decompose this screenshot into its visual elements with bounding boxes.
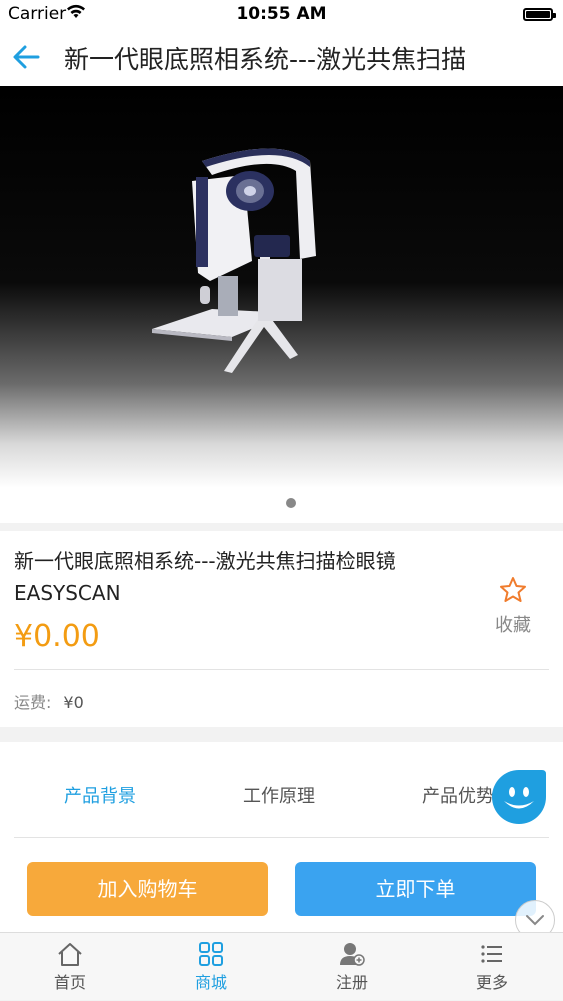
tabbar-label: 更多 [475, 973, 508, 992]
tabbar-label: 商城 [194, 973, 227, 992]
tabbar-item-register[interactable]: 注册 [282, 933, 422, 1001]
status-bar: Carrier 10:55 AM [0, 0, 563, 28]
product-banner[interactable] [0, 86, 563, 523]
tab-product-advantages[interactable]: 产品优势 [422, 782, 494, 808]
tabbar-label: 注册 [335, 973, 368, 992]
product-info: 新一代眼底照相系统---激光共焦扫描检眼镜EASYSCAN ¥0.00 收藏 运… [0, 531, 563, 727]
detail-tabs: 产品背景 工作原理 产品优势 [0, 782, 563, 812]
tabbar-item-mall[interactable]: 商城 [141, 933, 281, 1001]
divider [14, 669, 549, 670]
nav-bar: 新一代眼底照相系统---激光共焦扫描 [0, 28, 563, 86]
clock: 10:55 AM [236, 4, 327, 24]
carousel-dot[interactable] [286, 498, 296, 508]
detail-section: 产品背景 工作原理 产品优势 加入购物车 立即下单 [0, 742, 563, 932]
battery-icon [523, 8, 556, 21]
bottom-tab-bar: 首页 商城 注册 更多 [0, 932, 563, 1000]
tabbar-item-more[interactable]: 更多 [422, 933, 562, 1001]
tabbar-label: 首页 [53, 973, 86, 992]
shipping-value: ¥0 [63, 693, 84, 712]
back-arrow-icon[interactable] [10, 40, 44, 74]
buy-now-button[interactable]: 立即下单 [295, 862, 536, 916]
home-icon [58, 943, 82, 966]
tab-product-background[interactable]: 产品背景 [64, 782, 136, 808]
fundus-camera-image [152, 148, 316, 373]
tabbar-item-home[interactable]: 首页 [0, 933, 140, 1001]
product-name: 新一代眼底照相系统---激光共焦扫描检眼镜EASYSCAN [14, 549, 396, 605]
shipping-label: 运费: [14, 693, 52, 712]
shipping-row: 运费: ¥0 [14, 689, 84, 713]
favorite-label: 收藏 [495, 615, 531, 636]
tab-working-principle[interactable]: 工作原理 [243, 782, 315, 808]
add-to-cart-button[interactable]: 加入购物车 [27, 862, 268, 916]
customer-service-icon[interactable] [490, 768, 548, 826]
star-icon [500, 577, 526, 602]
user-add-icon [340, 943, 365, 966]
divider [14, 837, 549, 838]
product-price: ¥0.00 [14, 619, 100, 654]
page-title: 新一代眼底照相系统---激光共焦扫描 [64, 45, 467, 74]
list-icon [481, 945, 502, 963]
favorite-button[interactable]: 收藏 [490, 575, 536, 637]
grid-icon [199, 942, 223, 966]
